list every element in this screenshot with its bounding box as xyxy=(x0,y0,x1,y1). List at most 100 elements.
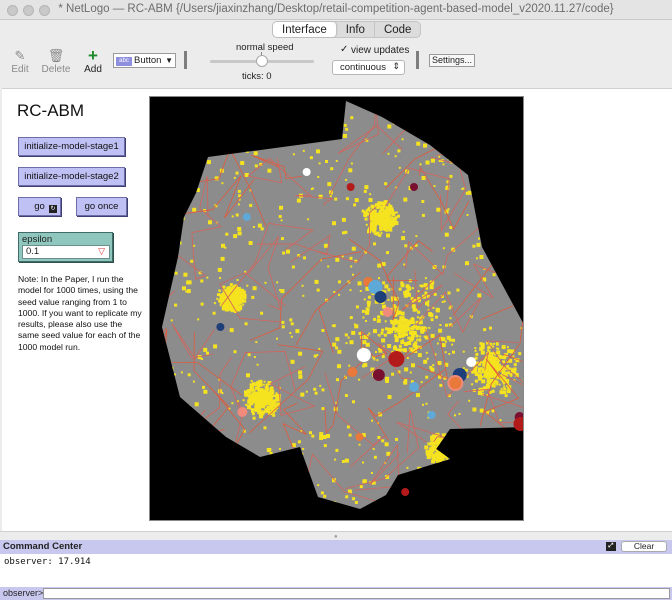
urban-cell xyxy=(472,407,477,412)
widget-type-select[interactable]: abc Button ▼ xyxy=(113,53,176,68)
urban-cell xyxy=(393,346,397,350)
urban-cell xyxy=(249,386,254,391)
initialize-model-stage1-button[interactable]: initialize-model-stage1 xyxy=(18,137,125,156)
urban-cell xyxy=(462,367,465,370)
epsilon-chooser[interactable]: epsilon 0.1 ▽ xyxy=(18,232,113,262)
observer-prompt[interactable]: observer> xyxy=(3,587,43,600)
urban-cell xyxy=(187,280,192,285)
urban-cell xyxy=(374,225,377,228)
world-view[interactable] xyxy=(149,96,524,521)
urban-cell xyxy=(281,320,285,324)
urban-cell xyxy=(349,289,352,292)
urban-cell xyxy=(300,392,305,397)
delete-button[interactable]: 🗑 Delete xyxy=(38,48,74,75)
urban-cell xyxy=(427,304,430,307)
urban-cell xyxy=(309,431,312,435)
view-updates-checkbox[interactable]: ✓ xyxy=(340,44,348,55)
initialize-model-stage2-button[interactable]: initialize-model-stage2 xyxy=(18,167,125,186)
command-input[interactable] xyxy=(43,588,670,599)
command-center-output: observer: 17.914 xyxy=(0,554,672,587)
chooser-arrow-icon: ▽ xyxy=(98,246,105,256)
tab-code[interactable]: Code xyxy=(375,22,421,37)
urban-cell xyxy=(366,309,368,312)
urban-cell xyxy=(452,338,455,342)
urban-cell xyxy=(346,425,350,429)
widget-type-value: Button xyxy=(134,55,162,66)
urban-cell xyxy=(486,379,491,384)
urban-cell xyxy=(433,185,436,188)
command-input-row: observer> xyxy=(0,587,672,600)
model-title: RC-ABM xyxy=(17,101,85,120)
urban-cell xyxy=(385,206,389,210)
urban-cell xyxy=(180,371,183,374)
replication-note: Note: In the Paper, I run the model for … xyxy=(18,274,142,352)
urban-cell xyxy=(182,286,186,291)
urban-cell xyxy=(235,171,239,175)
urban-cell xyxy=(373,242,376,246)
urban-cell xyxy=(381,338,386,343)
urban-cell xyxy=(371,227,376,232)
go-once-button[interactable]: go once xyxy=(76,197,127,216)
urban-cell xyxy=(345,197,349,201)
store-agent xyxy=(372,369,385,381)
urban-cell xyxy=(405,333,408,337)
update-mode-select[interactable]: continuous ⇕ xyxy=(332,60,405,75)
urban-cell xyxy=(345,342,348,345)
urban-cell xyxy=(318,347,321,350)
urban-cell xyxy=(348,433,352,437)
urban-cell xyxy=(522,377,523,382)
settings-button[interactable]: Settings... xyxy=(429,54,475,67)
urban-cell xyxy=(504,394,508,398)
plus-icon: + xyxy=(88,46,98,65)
urban-cell xyxy=(424,445,429,450)
urban-cell xyxy=(235,289,238,292)
urban-cell xyxy=(317,484,320,487)
store-agent xyxy=(347,367,358,377)
urban-cell xyxy=(367,295,371,299)
speed-slider-handle[interactable] xyxy=(256,55,268,67)
urban-cell xyxy=(213,302,216,305)
urban-cell xyxy=(425,351,428,354)
go-button[interactable]: go ↻ xyxy=(18,197,61,216)
urban-cell xyxy=(316,288,320,292)
edit-button[interactable]: ✎ Edit xyxy=(2,48,38,75)
urban-cell xyxy=(507,371,511,375)
urban-cell xyxy=(425,375,429,379)
urban-cell xyxy=(258,409,262,413)
urban-cell xyxy=(230,309,234,313)
tab-info[interactable]: Info xyxy=(337,22,375,37)
urban-cell xyxy=(390,219,395,224)
urban-cell xyxy=(309,156,313,160)
urban-cell xyxy=(307,218,310,221)
urban-cell xyxy=(398,344,402,348)
interface-panel: RC-ABM initialize-model-stage1 initializ… xyxy=(2,88,672,531)
urban-cell xyxy=(513,367,517,371)
urban-cell xyxy=(378,277,380,280)
urban-cell xyxy=(206,160,211,165)
add-button[interactable]: + Add xyxy=(75,46,111,75)
expand-toggle-icon[interactable]: ⤢ xyxy=(606,542,616,551)
urban-cell xyxy=(244,392,249,397)
urban-cell xyxy=(269,393,273,398)
tab-interface[interactable]: Interface xyxy=(273,22,337,37)
urban-cell xyxy=(438,458,442,462)
urban-cell xyxy=(192,380,195,383)
epsilon-value[interactable]: 0.1 ▽ xyxy=(22,245,110,259)
delete-label: Delete xyxy=(41,64,71,75)
urban-cell xyxy=(421,200,425,203)
urban-cell xyxy=(400,283,405,288)
urban-cell xyxy=(479,342,483,346)
urban-cell xyxy=(439,324,442,326)
urban-cell xyxy=(326,434,330,438)
urban-cell xyxy=(454,414,456,417)
urban-cell xyxy=(377,263,382,268)
urban-cell xyxy=(251,396,256,401)
panel-splitter[interactable]: ● xyxy=(0,531,672,540)
urban-cell xyxy=(404,319,408,323)
urban-cell xyxy=(508,367,511,370)
store-agent xyxy=(382,307,393,317)
clear-button[interactable]: Clear xyxy=(621,541,667,552)
store-agent xyxy=(427,411,436,419)
urban-cell xyxy=(456,288,460,292)
urban-cell xyxy=(489,352,493,357)
